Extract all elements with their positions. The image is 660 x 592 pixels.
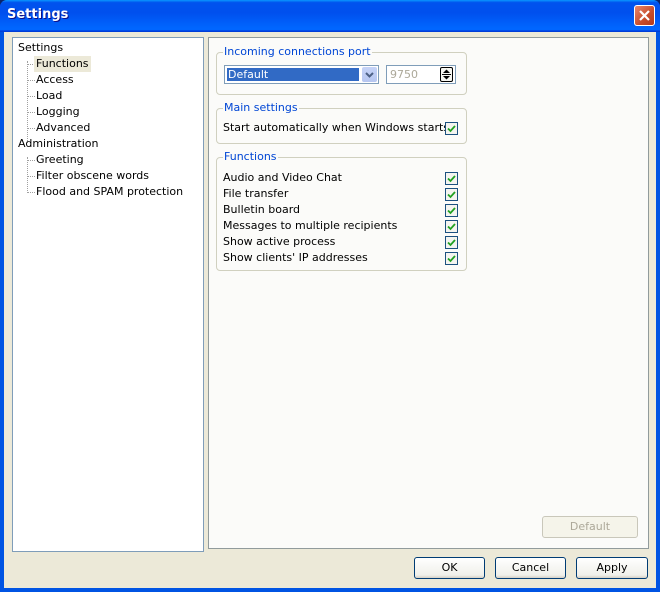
tree-item-functions[interactable]: Functions — [34, 56, 91, 72]
tree-item-flood-spam-protection[interactable]: Flood and SPAM protection — [34, 184, 185, 200]
checkmark-icon — [447, 255, 456, 263]
functions-group: Functions Audio and Video Chat File tran… — [216, 150, 467, 271]
tree-item-access[interactable]: Access — [34, 72, 76, 88]
settings-panel: Incoming connections port Default 9750 M… — [208, 37, 649, 549]
port-number-value: 9750 — [390, 68, 418, 81]
tree-item-greeting[interactable]: Greeting — [34, 152, 86, 168]
function-label: Messages to multiple recipients — [223, 219, 398, 232]
multiple-recipients-checkbox[interactable] — [445, 220, 458, 233]
tree-item-logging[interactable]: Logging — [34, 104, 82, 120]
main-settings-group: Main settings Start automatically when W… — [216, 101, 467, 144]
checkmark-icon — [447, 125, 456, 133]
chevron-down-icon — [365, 72, 374, 78]
dialog-client: Settings Functions Access Load Logging A… — [4, 32, 656, 588]
show-ip-addresses-checkbox[interactable] — [445, 252, 458, 265]
settings-window: Settings Settings Functions Access Load … — [0, 0, 660, 592]
dropdown-button[interactable] — [362, 67, 377, 82]
tree-item-filter-obscene-words[interactable]: Filter obscene words — [34, 168, 151, 184]
bulletin-board-checkbox[interactable] — [445, 204, 458, 217]
audio-video-chat-checkbox[interactable] — [445, 172, 458, 185]
close-icon — [639, 10, 650, 21]
autostart-checkbox[interactable] — [445, 122, 458, 135]
file-transfer-checkbox[interactable] — [445, 188, 458, 201]
tree-item-advanced[interactable]: Advanced — [34, 120, 92, 136]
checkmark-icon — [447, 223, 456, 231]
show-active-process-checkbox[interactable] — [445, 236, 458, 249]
port-mode-value: Default — [227, 68, 359, 81]
default-button[interactable]: Default — [542, 516, 638, 538]
checkmark-icon — [447, 175, 456, 183]
port-group-label: Incoming connections port — [223, 45, 372, 58]
autostart-label: Start automatically when Windows starts — [223, 121, 450, 134]
function-label: Bulletin board — [223, 203, 300, 216]
tree-connector — [27, 157, 28, 191]
close-button[interactable] — [634, 5, 655, 26]
tree-item-load[interactable]: Load — [34, 88, 64, 104]
tree-item-settings[interactable]: Settings — [16, 40, 65, 56]
tree-connector — [27, 61, 28, 143]
checkmark-icon — [447, 207, 456, 215]
functions-label: Functions — [223, 150, 278, 163]
port-group: Incoming connections port Default 9750 — [216, 45, 467, 95]
port-spinner[interactable] — [440, 67, 453, 82]
port-number-input[interactable]: 9750 — [386, 65, 456, 84]
function-label: Audio and Video Chat — [223, 171, 342, 184]
spinner-arrows-icon — [442, 69, 451, 80]
port-mode-select[interactable]: Default — [224, 65, 379, 84]
checkmark-icon — [447, 191, 456, 199]
main-settings-label: Main settings — [223, 101, 299, 114]
checkmark-icon — [447, 239, 456, 247]
function-label: Show clients' IP addresses — [223, 251, 368, 264]
ok-button[interactable]: OK — [414, 557, 485, 579]
settings-tree[interactable]: Settings Functions Access Load Logging A… — [12, 37, 204, 552]
tree-item-administration[interactable]: Administration — [16, 136, 101, 152]
title-bar[interactable]: Settings — [0, 0, 660, 32]
function-label: File transfer — [223, 187, 289, 200]
window-title: Settings — [7, 7, 69, 22]
apply-button[interactable]: Apply — [576, 557, 648, 579]
function-label: Show active process — [223, 235, 336, 248]
cancel-button[interactable]: Cancel — [495, 557, 566, 579]
